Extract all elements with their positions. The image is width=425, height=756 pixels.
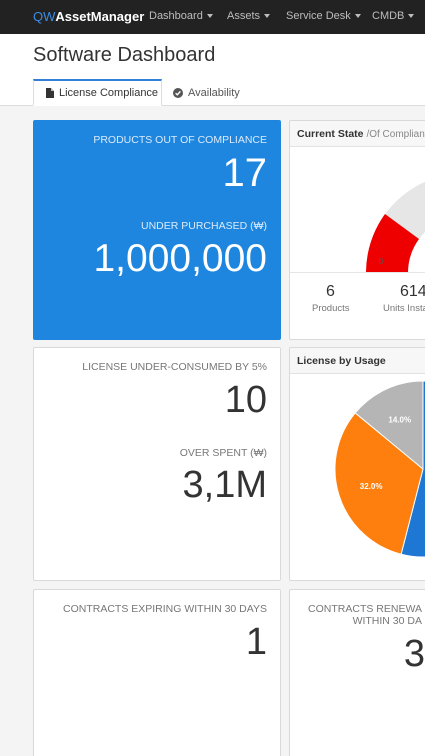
products-out-of-compliance-value: 17 xyxy=(222,151,268,195)
caret-down-icon xyxy=(264,14,271,19)
license-under-consumed-label: LICENSE UNDER-CONSUMED BY 5% xyxy=(82,361,267,373)
over-spent-label: OVER SPENT (₩) xyxy=(179,447,267,459)
nav-assets-menu[interactable]: Assets xyxy=(227,10,271,22)
units-installed-count: 614 xyxy=(400,283,425,300)
top-navbar: QWAssetManager Dashboard Assets Service … xyxy=(0,0,425,34)
caret-down-icon xyxy=(354,14,361,19)
products-label: Products xyxy=(312,303,350,314)
contracts-expiring-value: 1 xyxy=(245,621,267,663)
license-usage-header: License by Usage xyxy=(290,348,425,374)
brand-logo[interactable]: QWAssetManager xyxy=(33,9,144,24)
brand-prefix: QW xyxy=(33,9,56,24)
panel-title: License by Usage xyxy=(297,355,386,367)
under-purchased-value: 1,000,000 xyxy=(93,237,267,280)
panel-subtitle: /Of Compliance/ xyxy=(366,129,425,140)
over-spent-value: 3,1M xyxy=(182,464,267,506)
contracts-expiring-card: CONTRACTS EXPIRING WITHIN 30 DAYS 1 xyxy=(33,589,281,756)
stats-divider xyxy=(290,272,425,273)
nav-service-desk-menu[interactable]: Service Desk xyxy=(286,10,361,22)
tab-license-compliance[interactable]: License Compliance xyxy=(33,79,162,106)
pie-slice-label: 14.0% xyxy=(388,416,411,425)
caret-down-icon xyxy=(206,14,213,19)
license-under-consumed-value: 10 xyxy=(224,379,267,421)
consumption-kpi-card: LICENSE UNDER-CONSUMED BY 5% 10 OVER SPE… xyxy=(33,347,281,581)
compliance-kpi-card: PRODUCTS OUT OF COMPLIANCE 17 UNDER PURC… xyxy=(33,120,281,340)
page-title: Software Dashboard xyxy=(33,44,216,66)
current-state-header: Current State /Of Compliance/ xyxy=(290,121,425,147)
tab-label: License Compliance xyxy=(59,87,159,99)
under-purchased-label: UNDER PURCHASED (₩) xyxy=(141,220,267,232)
nav-item-label: CMDB xyxy=(372,10,405,22)
nav-item-label: Service Desk xyxy=(286,10,351,22)
compliance-gauge: 0 xyxy=(366,181,425,272)
tab-availability[interactable]: Availability xyxy=(173,79,240,106)
nav-item-label: Dashboard xyxy=(149,10,203,22)
tab-label: Availability xyxy=(188,86,240,99)
license-usage-panel: License by Usage 32.0% 14.0% xyxy=(289,347,425,581)
panel-title: Current State xyxy=(297,128,364,140)
pie-slice-label: 32.0% xyxy=(360,482,383,491)
brand-name: AssetManager xyxy=(55,9,145,24)
contracts-renewal-label-line2: WITHIN 30 DA xyxy=(352,615,422,627)
current-state-panel: Current State /Of Compliance/ 0 6 Produc… xyxy=(289,120,425,340)
nav-dashboard-menu[interactable]: Dashboard xyxy=(149,10,213,22)
caret-down-icon xyxy=(408,14,415,19)
contracts-renewal-label-line1: CONTRACTS RENEWA xyxy=(308,603,422,615)
units-installed-label: Units Insta xyxy=(383,303,425,314)
contracts-renewal-card: CONTRACTS RENEWA WITHIN 30 DA 3 xyxy=(289,589,425,756)
check-circle-icon xyxy=(173,87,183,98)
contracts-expiring-label: CONTRACTS EXPIRING WITHIN 30 DAYS xyxy=(63,603,267,615)
contracts-renewal-value: 3 xyxy=(403,633,425,675)
products-count: 6 xyxy=(326,283,335,300)
file-icon xyxy=(46,88,54,98)
gauge-min-label: 0 xyxy=(379,257,384,266)
products-out-of-compliance-label: PRODUCTS OUT OF COMPLIANCE xyxy=(93,134,267,146)
nav-cmdb-menu[interactable]: CMDB xyxy=(372,10,415,22)
nav-item-label: Assets xyxy=(227,10,261,22)
license-usage-pie-chart: 32.0% 14.0% xyxy=(334,380,425,558)
